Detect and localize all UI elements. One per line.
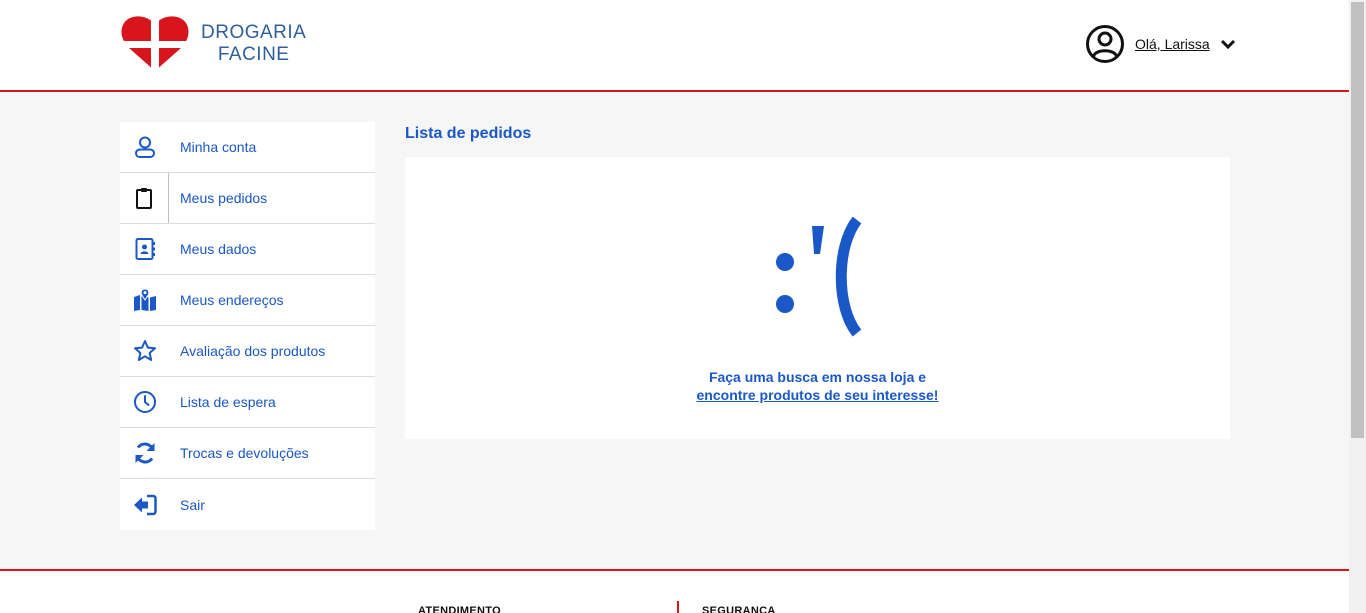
logout-icon [133,494,157,515]
sidebar-item-label: Sair [180,496,205,513]
sidebar-item-avaliacao[interactable]: Avaliação dos produtos [120,326,375,377]
sidebar-item-label: Lista de espera [180,394,276,410]
heart-cross-logo-icon [121,15,189,73]
chevron-down-icon[interactable] [1220,38,1236,50]
user-icon [134,136,155,158]
user-greeting-link[interactable]: Olá, Larissa [1135,36,1210,52]
empty-orders-panel: Faça uma busca em nossa loja e encontre … [405,157,1230,439]
contact-card-icon [135,238,155,260]
brand-line1: DROGARIA [201,22,307,43]
sidebar-item-label: Meus endereços [180,292,284,308]
sidebar-item-label: Minha conta [180,139,257,155]
star-icon [133,340,156,361]
empty-message-line: Faça uma busca em nossa loja e [708,369,927,385]
empty-message: Faça uma busca em nossa loja e encontre … [405,368,1230,404]
sidebar-item-label: Avaliação dos produtos [180,343,326,359]
footer-heading-atendimento: ATENDIMENTO [418,605,501,613]
user-menu[interactable]: Olá, Larissa [1085,24,1236,64]
map-pin-icon [133,288,156,311]
site-footer: ATENDIMENTO SEGURANÇA [0,569,1349,613]
sidebar-item-label: Trocas e devoluções [180,445,309,461]
scrollbar-thumb[interactable] [1351,2,1364,438]
user-circle-icon [1086,25,1124,63]
sidebar-item-lista-espera[interactable]: Lista de espera [120,377,375,428]
sad-face-icon [776,216,862,337]
account-sidebar: Minha conta Meus pedidos Meus dados Meus… [120,122,375,530]
sidebar-item-meus-dados[interactable]: Meus dados [120,224,375,275]
search-store-link[interactable]: encontre produtos de seu interesse! [405,386,1230,404]
sidebar-item-trocas[interactable]: Trocas e devoluções [120,428,375,479]
refresh-icon [135,442,154,464]
sidebar-item-label: Meus pedidos [180,190,268,206]
page-title: Lista de pedidos [405,125,532,142]
footer-divider [677,601,679,613]
sidebar-item-label: Meus dados [180,241,257,257]
clock-icon [133,391,156,413]
page-scrollbar[interactable] [1349,0,1366,613]
clipboard-icon [136,188,152,209]
brand-line2: FACINE [217,44,290,65]
sidebar-item-sair[interactable]: Sair [120,479,375,530]
brand-logo[interactable]: DROGARIA FACINE [121,15,306,73]
brand-name: DROGARIA FACINE [201,22,306,66]
sidebar-item-meus-enderecos[interactable]: Meus endereços [120,275,375,326]
sidebar-item-meus-pedidos[interactable]: Meus pedidos [120,173,375,224]
site-header: DROGARIA FACINE Olá, Larissa [0,0,1349,92]
sidebar-item-minha-conta[interactable]: Minha conta [120,122,375,173]
footer-heading-seguranca: SEGURANÇA [702,605,776,613]
